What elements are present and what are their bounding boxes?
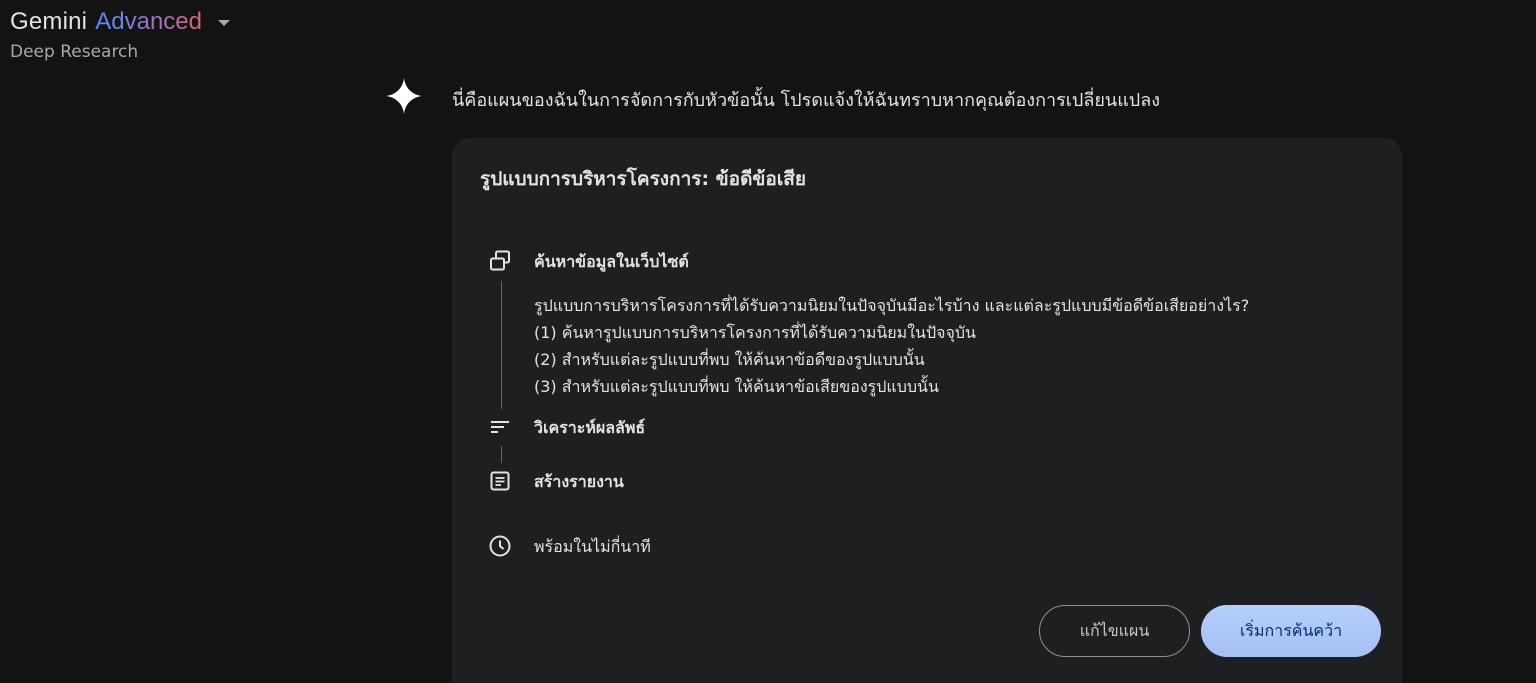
step-report-label: สร้างรายงาน: [534, 472, 624, 491]
caret-down-icon[interactable]: [217, 20, 230, 26]
step-analyze-label: วิเคราะห์ผลลัพธ์: [534, 418, 646, 437]
eta-label: พร้อมในไม่กี่นาที: [534, 537, 651, 556]
plan-title: รูปแบบการบริหารโครงการ: ข้อดีข้อเสีย: [480, 168, 807, 190]
web-search-icon: [490, 250, 510, 271]
detail-item-3: (3) สำหรับแต่ละรูปแบบที่พบ ให้ค้นหาข้อเส…: [534, 377, 939, 396]
detail-item-1: (1) ค้นหารูปแบบการบริหารโครงการที่ได้รับ…: [534, 323, 976, 342]
brand-name: Gemini: [10, 8, 88, 35]
model-switcher[interactable]: Gemini Advanced: [10, 8, 230, 36]
brand-tier: Advanced: [95, 8, 202, 35]
research-plan-card: รูปแบบการบริหารโครงการ: ข้อดีข้อเสีย ค้น…: [452, 138, 1402, 683]
step-web-search-details: รูปแบบการบริหารโครงการที่ได้รับความนิยมใ…: [534, 292, 1249, 400]
response-intro-text: นี่คือแผนของฉันในการจัดการกับหัวข้อนั้น …: [452, 90, 1161, 111]
detail-item-2: (2) สำหรับแต่ละรูปแบบที่พบ ให้ค้นหาข้อดี…: [534, 350, 925, 369]
start-research-button[interactable]: เริ่มการค้นคว้า: [1201, 605, 1381, 657]
gemini-sparkle-icon: [386, 78, 422, 114]
step-web-search-label: ค้นหาข้อมูลในเว็บไซต์: [534, 252, 689, 271]
analyze-results-icon: [491, 421, 509, 433]
step-connector: [501, 281, 502, 409]
step-connector: [501, 446, 502, 463]
edit-plan-button[interactable]: แก้ไขแผน: [1039, 605, 1190, 657]
clock-icon: [489, 535, 511, 557]
mode-label: Deep Research: [10, 42, 139, 62]
create-report-icon: [490, 471, 510, 491]
app-header: Gemini Advanced Deep Research: [10, 8, 230, 62]
detail-question: รูปแบบการบริหารโครงการที่ได้รับความนิยมใ…: [534, 296, 1250, 315]
